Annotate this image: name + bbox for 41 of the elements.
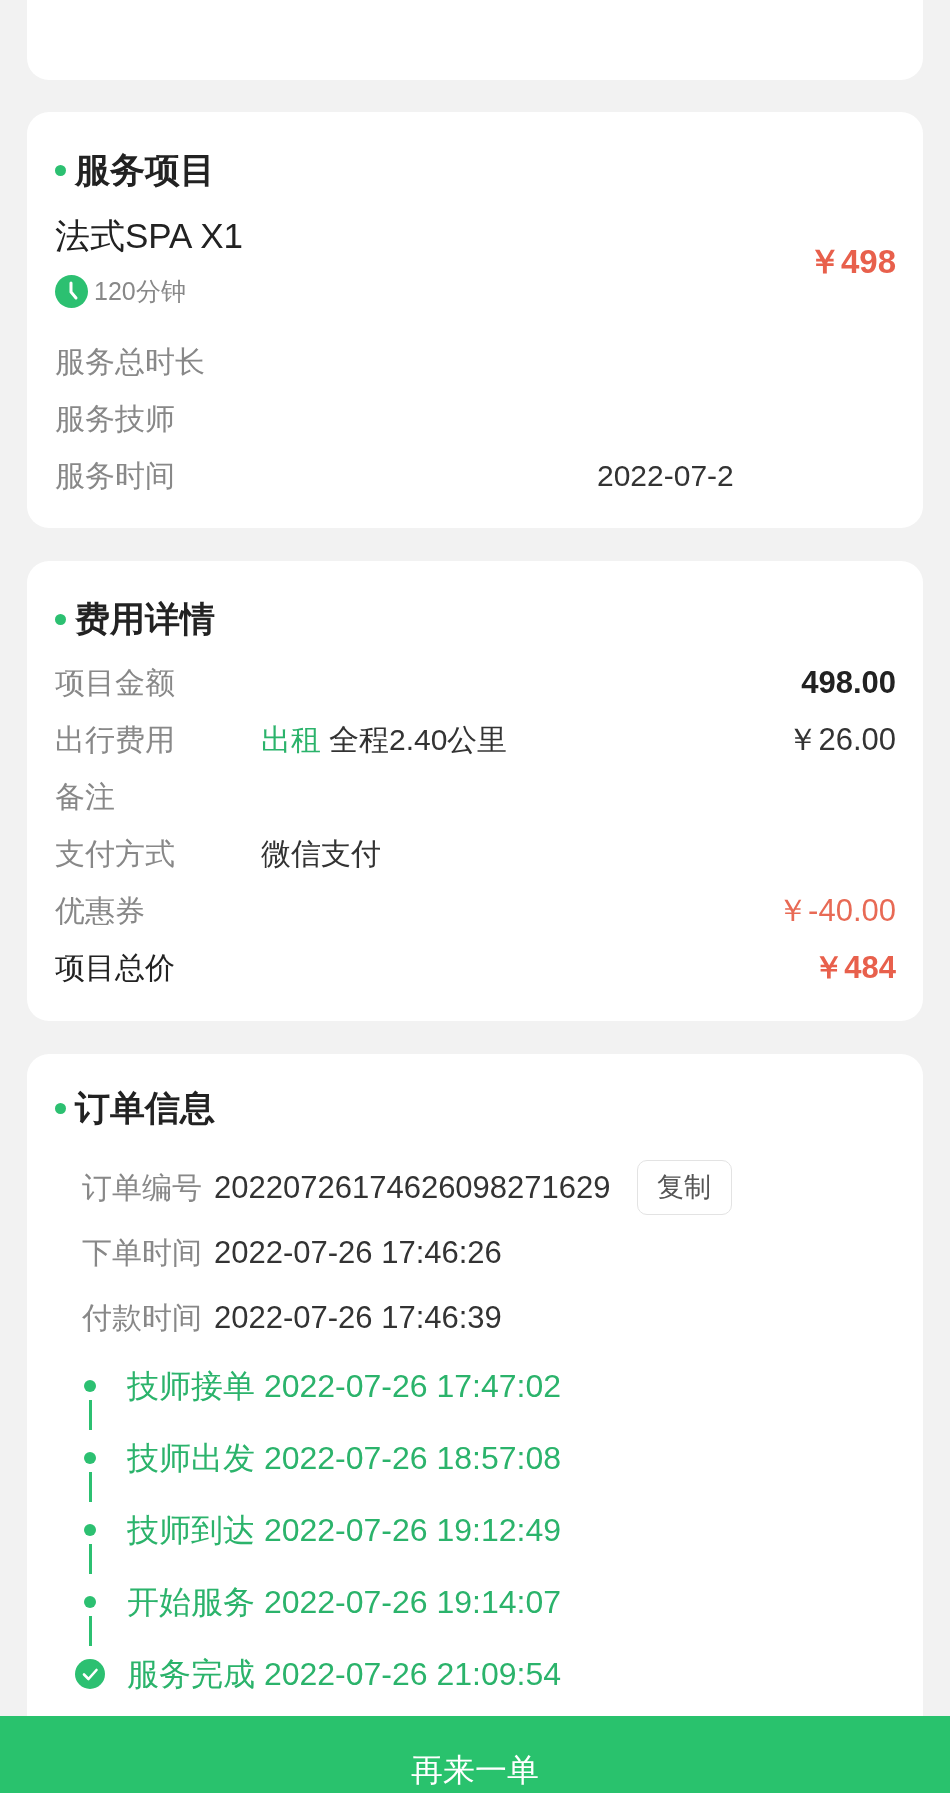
- connector-line: [88, 1616, 92, 1646]
- price-text: ￥498: [807, 241, 896, 282]
- timeline-entry: 技师出发 2022-07-26 18:57:08: [127, 1439, 562, 1478]
- timeline-entry: 技师到达 2022-07-26 19:12:49: [127, 1511, 562, 1550]
- row-value: 20220726174626098271629: [214, 1169, 611, 1206]
- section-title: 费用详情: [75, 599, 215, 639]
- row-value: 2022-07-26 17:46:26: [214, 1234, 502, 1271]
- row-label: 服务总时长: [55, 343, 206, 380]
- connector-line: [88, 1400, 92, 1430]
- row-value: 2022-07-2: [597, 457, 734, 494]
- row-label: 支付方式: [55, 835, 176, 872]
- timeline-entry: 技师接单 2022-07-26 17:47:02: [127, 1367, 562, 1406]
- row-label: 备注: [55, 778, 116, 815]
- amount-text: ￥484: [813, 949, 896, 986]
- item-name: 法式SPA X1: [55, 215, 244, 257]
- amount-text: 498.00: [801, 664, 896, 701]
- timeline-entry: 服务完成 2022-07-26 21:09:54: [127, 1655, 562, 1694]
- row-label: 服务时间: [55, 457, 176, 494]
- row-label: 服务技师: [55, 400, 176, 437]
- row-label: 付款时间: [82, 1299, 202, 1336]
- row-value: 2022-07-26 17:46:39: [214, 1299, 502, 1336]
- row-label: 项目总价: [55, 949, 176, 986]
- section-title: 订单信息: [75, 1088, 215, 1128]
- clock-icon: [55, 274, 88, 308]
- duration-text: 120分钟: [94, 276, 186, 307]
- row-label: 订单编号: [82, 1169, 202, 1206]
- copy-button[interactable]: 复制: [636, 1160, 732, 1215]
- timeline-entry: 开始服务 2022-07-26 19:14:07: [127, 1583, 562, 1622]
- check-circle-icon: [75, 1659, 105, 1689]
- row-label: 下单时间: [82, 1234, 202, 1271]
- vehicle-tag: 出租: [261, 721, 321, 758]
- row-value: 微信支付: [261, 835, 381, 872]
- row-value: 全程2.40公里: [329, 721, 508, 758]
- row-label: 优惠券: [55, 892, 146, 929]
- row-label: 项目金额: [55, 664, 176, 701]
- section-title: 服务项目: [75, 150, 215, 190]
- row-label: 出行费用: [55, 721, 176, 758]
- amount-text: ￥-40.00: [777, 892, 896, 929]
- connector-line: [88, 1544, 92, 1574]
- amount-text: ￥26.00: [787, 721, 896, 758]
- connector-line: [88, 1472, 92, 1502]
